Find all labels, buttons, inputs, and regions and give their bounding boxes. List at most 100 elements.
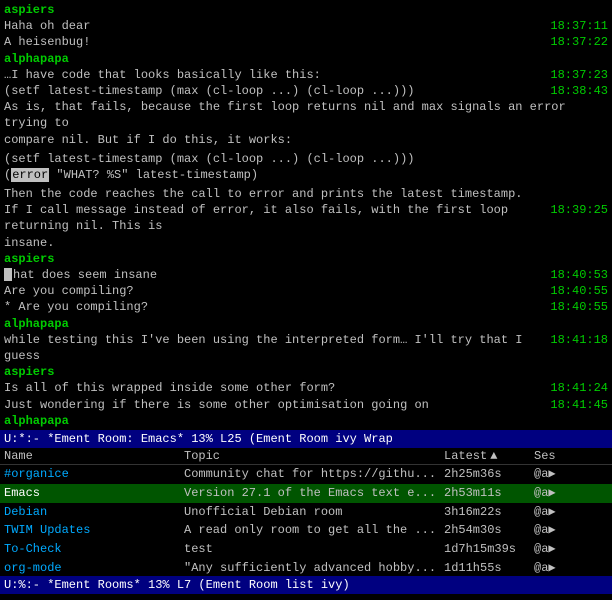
chat-timestamp: 18:41:45 bbox=[550, 397, 608, 413]
chat-message-line: A heisenbug! 18:37:22 bbox=[4, 34, 608, 50]
room-session: @a▶ bbox=[534, 466, 594, 483]
chat-username: aspiers bbox=[4, 252, 54, 266]
table-row[interactable]: Emacs Version 27.1 of the Emacs text e..… bbox=[0, 484, 612, 503]
chat-text: insane. bbox=[4, 236, 54, 250]
status-bar-top-text: U:*:- *Ement Room: Emacs* 13% L25 (Ement… bbox=[4, 432, 393, 446]
chat-text: Just wondering if there is some other op… bbox=[4, 397, 542, 413]
chat-message-line: As is, that fails, because the first loo… bbox=[4, 99, 608, 131]
chat-text: Then the code reaches the call to error … bbox=[4, 187, 522, 201]
room-topic: Community chat for https://githu... bbox=[184, 466, 444, 483]
room-name[interactable]: #organice bbox=[4, 466, 184, 483]
room-session: @a▶ bbox=[534, 541, 594, 558]
rooms-area: Name Topic Latest ▲ Ses #organice Commun… bbox=[0, 448, 612, 576]
chat-text: Is all of this wrapped inside some other… bbox=[4, 380, 542, 396]
status-bar-bottom: U:%:- *Ement Rooms* 13% L7 (Ement Room l… bbox=[0, 576, 612, 594]
chat-username: aspiers bbox=[4, 3, 54, 17]
chat-code-line: (setf latest-timestamp (max (cl-loop ...… bbox=[4, 151, 608, 167]
status-bar-top: U:*:- *Ement Room: Emacs* 13% L25 (Ement… bbox=[0, 430, 612, 448]
table-row[interactable]: To-Check test 1d7h15m39s @a▶ bbox=[0, 540, 612, 559]
chat-message-line: * Are you compiling? 18:40:55 bbox=[4, 299, 608, 315]
chat-message-line: Are you compiling? 18:40:55 bbox=[4, 283, 608, 299]
chat-text: (setf latest-timestamp (max (cl-loop ...… bbox=[4, 83, 542, 99]
chat-message-line: If I call message instead of error, it a… bbox=[4, 202, 608, 234]
room-session: @a▶ bbox=[534, 504, 594, 521]
col-header-topic: Topic bbox=[184, 449, 444, 463]
room-name[interactable]: TWIM Updates bbox=[4, 522, 184, 539]
chat-timestamp: 18:41:18 bbox=[550, 332, 608, 348]
room-latest: 3h16m22s bbox=[444, 504, 534, 521]
chat-author-line: aspiers bbox=[4, 2, 608, 18]
chat-text: * Are you compiling? bbox=[4, 299, 542, 315]
col-header-session: Ses bbox=[534, 449, 594, 463]
room-name[interactable]: Debian bbox=[4, 504, 184, 521]
room-name[interactable]: org-mode bbox=[4, 560, 184, 576]
room-name[interactable]: To-Check bbox=[4, 541, 184, 558]
chat-timestamp: 18:40:53 bbox=[550, 267, 608, 283]
chat-username: alphapapa bbox=[4, 317, 69, 331]
chat-text: …I have code that looks basically like t… bbox=[4, 67, 542, 83]
chat-message-line: …I have code that looks basically like t… bbox=[4, 67, 608, 83]
table-row[interactable]: TWIM Updates A read only room to get all… bbox=[0, 521, 612, 540]
status-bar-bottom-text: U:%:- *Ement Rooms* 13% L7 (Ement Room l… bbox=[4, 578, 350, 592]
chat-code-line: (error "WHAT? %S" latest-timestamp) bbox=[4, 167, 608, 183]
room-topic: Version 27.1 of the Emacs text e... bbox=[184, 485, 444, 502]
chat-timestamp: 18:37:11 bbox=[550, 18, 608, 34]
col-header-name: Name bbox=[4, 449, 184, 463]
chat-text: As is, that fails, because the first loo… bbox=[4, 100, 566, 130]
room-latest: 1d7h15m39s bbox=[444, 541, 534, 558]
chat-message-line: Haha oh dear 18:37:11 bbox=[4, 18, 608, 34]
chat-text: hat does seem insane bbox=[4, 267, 542, 283]
chat-text: Are you compiling? bbox=[4, 283, 542, 299]
chat-username: alphapapa bbox=[4, 52, 69, 66]
chat-username: alphapapa bbox=[4, 414, 69, 428]
room-topic: A read only room to get all the ... bbox=[184, 522, 444, 539]
chat-timestamp: 18:39:25 bbox=[550, 202, 608, 218]
sort-arrow-icon: ▲ bbox=[490, 449, 497, 463]
chat-timestamp: 18:42:21 bbox=[550, 429, 608, 430]
chat-text: A heisenbug! bbox=[4, 34, 542, 50]
room-name[interactable]: Emacs bbox=[4, 485, 184, 502]
chat-area: aspiers Haha oh dear 18:37:11 A heisenbu… bbox=[0, 0, 612, 430]
chat-author-line: aspiers bbox=[4, 364, 608, 380]
chat-message-line: (setf latest-timestamp (max (cl-loop ...… bbox=[4, 83, 608, 99]
room-topic: Unofficial Debian room bbox=[184, 504, 444, 521]
chat-message-line: insane. bbox=[4, 235, 608, 251]
chat-timestamp: 18:37:23 bbox=[550, 67, 608, 83]
chat-message-line: Is all of this wrapped inside some other… bbox=[4, 380, 608, 396]
chat-author-line: alphapapa bbox=[4, 51, 608, 67]
chat-text: compare nil. But if I do this, it works: bbox=[4, 133, 292, 147]
room-latest: 2h54m30s bbox=[444, 522, 534, 539]
room-latest: 2h53m11s bbox=[444, 485, 534, 502]
chat-code-block: (setf latest-timestamp (max (cl-loop ...… bbox=[4, 151, 608, 183]
chat-message-line: hat does seem insane 18:40:53 bbox=[4, 267, 608, 283]
chat-username: aspiers bbox=[4, 365, 54, 379]
table-row[interactable]: org-mode "Any sufficiently advanced hobb… bbox=[0, 559, 612, 576]
chat-author-line: aspiers bbox=[4, 251, 608, 267]
chat-message-line: while testing this I've been using the i… bbox=[4, 332, 608, 364]
chat-text: Haha oh dear bbox=[4, 18, 542, 34]
chat-timestamp: 18:40:55 bbox=[550, 299, 608, 315]
room-session: @a▶ bbox=[534, 522, 594, 539]
chat-timestamp: 18:38:43 bbox=[550, 83, 608, 99]
chat-author-line: alphapapa bbox=[4, 413, 608, 429]
chat-text: byte-compiling seems to have made no dif… bbox=[4, 429, 542, 430]
error-highlight: error bbox=[11, 168, 49, 182]
room-latest: 1d11h55s bbox=[444, 560, 534, 576]
room-session: @a▶ bbox=[534, 485, 594, 502]
room-topic: "Any sufficiently advanced hobby... bbox=[184, 560, 444, 576]
room-session: @a▶ bbox=[534, 560, 594, 576]
chat-author-line: alphapapa bbox=[4, 316, 608, 332]
chat-timestamp: 18:41:24 bbox=[550, 380, 608, 396]
col-header-latest: Latest ▲ bbox=[444, 449, 534, 463]
table-row[interactable]: #organice Community chat for https://git… bbox=[0, 465, 612, 484]
table-row[interactable]: Debian Unofficial Debian room 3h16m22s @… bbox=[0, 503, 612, 522]
chat-message-line: compare nil. But if I do this, it works: bbox=[4, 132, 608, 148]
chat-text: If I call message instead of error, it a… bbox=[4, 202, 542, 234]
chat-text: while testing this I've been using the i… bbox=[4, 332, 542, 364]
chat-timestamp: 18:37:22 bbox=[550, 34, 608, 50]
chat-message-line: Then the code reaches the call to error … bbox=[4, 186, 608, 202]
chat-timestamp: 18:40:55 bbox=[550, 283, 608, 299]
chat-message-line: byte-compiling seems to have made no dif… bbox=[4, 429, 608, 430]
room-latest: 2h25m36s bbox=[444, 466, 534, 483]
room-topic: test bbox=[184, 541, 444, 558]
